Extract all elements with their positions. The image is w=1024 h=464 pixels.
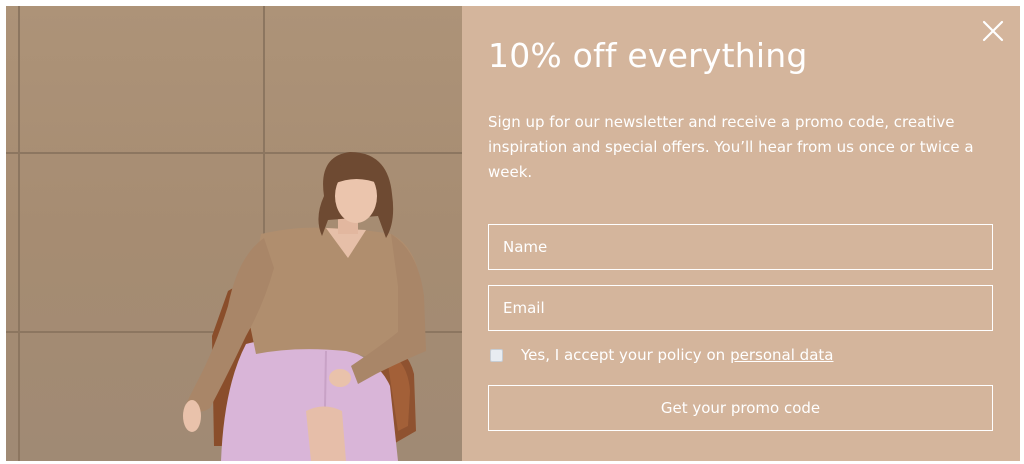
promo-photo <box>6 6 462 461</box>
consent-text: Yes, I accept your policy on <box>521 346 726 364</box>
close-icon[interactable] <box>980 18 1006 44</box>
name-input[interactable] <box>488 224 993 270</box>
consent-row: Yes, I accept your policy on personal da… <box>490 346 833 364</box>
checkbox-icon[interactable] <box>490 348 503 362</box>
email-input[interactable] <box>488 285 993 331</box>
personal-data-link[interactable]: personal data <box>730 346 833 364</box>
get-promo-code-button[interactable]: Get your promo code <box>488 385 993 431</box>
popup-description: Sign up for our newsletter and receive a… <box>488 113 974 181</box>
model-illustration <box>183 152 426 461</box>
newsletter-popup: 10% off everything Sign up for our newsl… <box>6 6 1020 461</box>
popup-title: 10% off everything <box>488 36 808 75</box>
signup-form-panel: 10% off everything Sign up for our newsl… <box>462 6 1020 461</box>
